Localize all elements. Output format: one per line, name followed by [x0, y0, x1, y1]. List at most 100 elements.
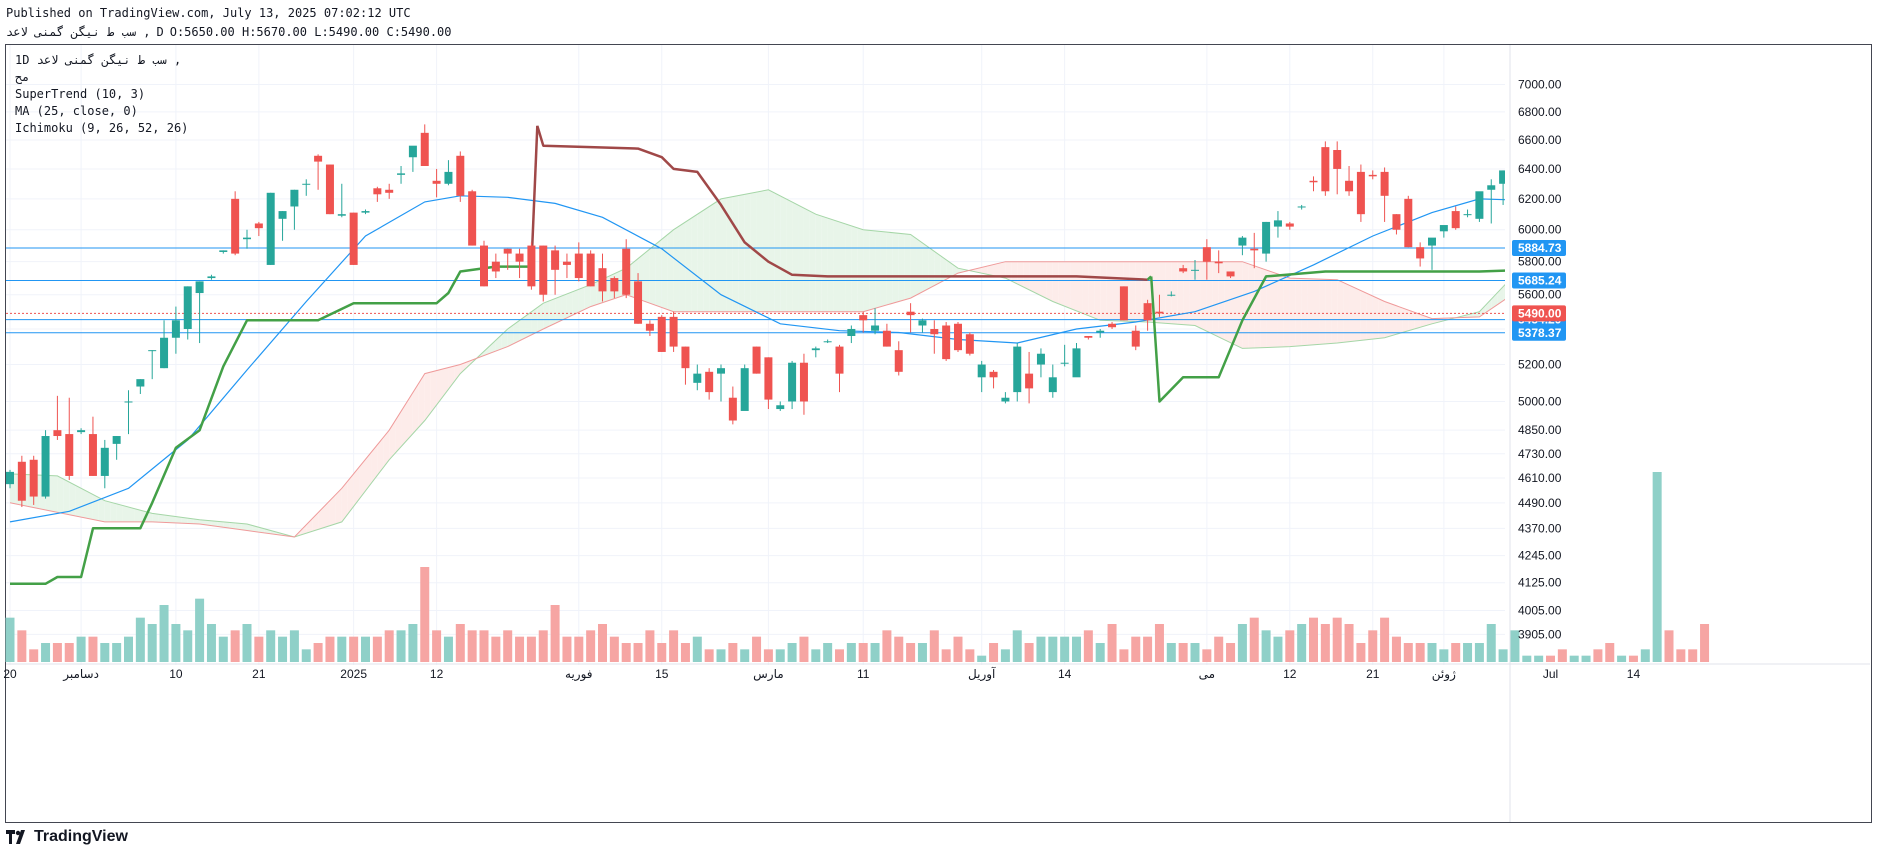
x-tick-label-8: مارس [753, 667, 784, 682]
candle-body-105 [1250, 248, 1259, 251]
chart-legend: 1D سب ط نیگن گمنی لاعد , مح SuperTrend (… [15, 52, 188, 137]
candle-68 [811, 346, 820, 358]
cloud-segment-179 [1070, 261, 1077, 311]
candle-121 [1439, 225, 1448, 238]
cloud-segment-108 [649, 243, 656, 306]
candle-45 [539, 245, 548, 302]
candle-71 [847, 325, 856, 344]
volume-bar-135 [1605, 643, 1615, 662]
cloud-segment-194 [1159, 261, 1166, 324]
candle-35 [420, 124, 429, 167]
cloud-segment-25 [158, 514, 165, 523]
cloud-segment-12 [81, 488, 88, 519]
volume-bar-14 [171, 624, 181, 662]
candle-136 [1618, 149, 1626, 210]
cloud-segment-116 [697, 210, 704, 312]
candle-109 [1297, 204, 1306, 210]
cloud-segment-214 [1277, 273, 1284, 348]
volume-bar-78 [929, 630, 939, 662]
cloud-segment-134 [803, 208, 810, 312]
volume-bar-62 [740, 649, 750, 662]
candle-30 [361, 209, 370, 215]
tradingview-logo[interactable]: TradingView [6, 828, 128, 846]
candle-body-110 [1309, 180, 1318, 183]
cloud-segment-272 [1622, 224, 1628, 265]
cloud-segment-201 [1200, 261, 1207, 332]
candle-9 [112, 436, 121, 460]
x-tick-label-4: 2025 [340, 667, 367, 681]
candle-115 [1368, 170, 1377, 180]
candle-body-81 [965, 334, 974, 354]
cloud-segment-183 [1094, 261, 1101, 321]
volume-bar-141 [1676, 649, 1686, 662]
candle-81 [965, 332, 974, 356]
x-tick-label-15: ژوئن [1432, 667, 1456, 682]
candle-38 [456, 151, 465, 202]
candle-body-103 [1226, 271, 1235, 277]
candle-117 [1392, 214, 1401, 235]
cloud-segment-110 [661, 234, 668, 310]
candle-104 [1238, 236, 1247, 256]
volume-bar-93 [1107, 624, 1117, 662]
candle-body-97 [1155, 311, 1164, 314]
candle-22 [266, 192, 275, 265]
candle-5 [65, 397, 74, 481]
candle-80 [954, 322, 962, 352]
legend-ichimoku[interactable]: Ichimoku (9, 26, 52, 26) [15, 120, 188, 137]
cloud-segment-128 [768, 189, 775, 312]
candle-body-12 [148, 350, 157, 352]
candle-75 [894, 341, 903, 376]
cloud-segment-144 [863, 229, 870, 312]
volume-bar-81 [965, 649, 975, 662]
candle-body-54 [645, 323, 654, 331]
candle-body-9 [112, 436, 121, 444]
cloud-segment-15 [98, 497, 105, 522]
cloud-segment-269 [1604, 227, 1610, 266]
cloud-segment-66 [401, 401, 407, 447]
volume-bar-123 [1463, 643, 1473, 662]
volume-bar-95 [1131, 636, 1141, 662]
volume-bar-140 [1664, 630, 1674, 662]
y-tick-label-3: 4245.00 [1518, 549, 1562, 563]
legend-supertrend[interactable]: SuperTrend (10, 3) [15, 86, 188, 103]
x-tick-label-9: 11 [857, 667, 870, 681]
volume-bar-27 [325, 636, 335, 662]
candle-47 [562, 253, 571, 279]
cloud-segment-170 [1017, 261, 1024, 287]
price-chart[interactable]: 3905.00 4005.00 4125.00 4245.00 4370.00 4490.… [0, 0, 1878, 858]
candle-body-40 [480, 245, 488, 287]
candle-body-58 [693, 373, 702, 383]
candle-body-16 [195, 281, 204, 294]
volume-bar-106 [1261, 630, 1271, 662]
candle-56 [669, 311, 678, 352]
candle-body-85 [1013, 346, 1022, 393]
candle-body-34 [408, 145, 417, 158]
volume-bar-88 [1048, 636, 1058, 662]
x-tick-label-16: Jul [1543, 667, 1558, 681]
candle-106 [1262, 221, 1271, 262]
candle-112 [1333, 141, 1342, 195]
cloud-segment-263 [1568, 230, 1574, 271]
candle-119 [1416, 242, 1425, 267]
cloud-segment-118 [709, 202, 716, 312]
cloud-segment-204 [1218, 261, 1225, 340]
candle-body-82 [977, 364, 986, 378]
candle-29 [349, 212, 358, 265]
candle-body-136 [1618, 184, 1626, 185]
candle-body-71 [847, 328, 856, 336]
cloud-segment-117 [703, 206, 710, 312]
candle-39 [468, 189, 477, 246]
volume-bar-138 [1640, 649, 1650, 662]
cloud-segment-222 [1325, 279, 1332, 344]
volume-bar-137 [1628, 655, 1638, 662]
candle-body-64 [764, 357, 773, 400]
cloud-segment-123 [738, 194, 745, 312]
candle-28 [337, 183, 346, 218]
cloud-segment-19 [122, 505, 129, 522]
volume-bar-43 [515, 636, 525, 662]
y-tick-label-17: 6600.00 [1518, 133, 1562, 147]
candle-body-42 [503, 248, 512, 254]
cloud-segment-17 [110, 502, 117, 522]
cloud-segment-112 [673, 225, 680, 312]
legend-ma[interactable]: MA (25, close, 0) [15, 103, 188, 120]
